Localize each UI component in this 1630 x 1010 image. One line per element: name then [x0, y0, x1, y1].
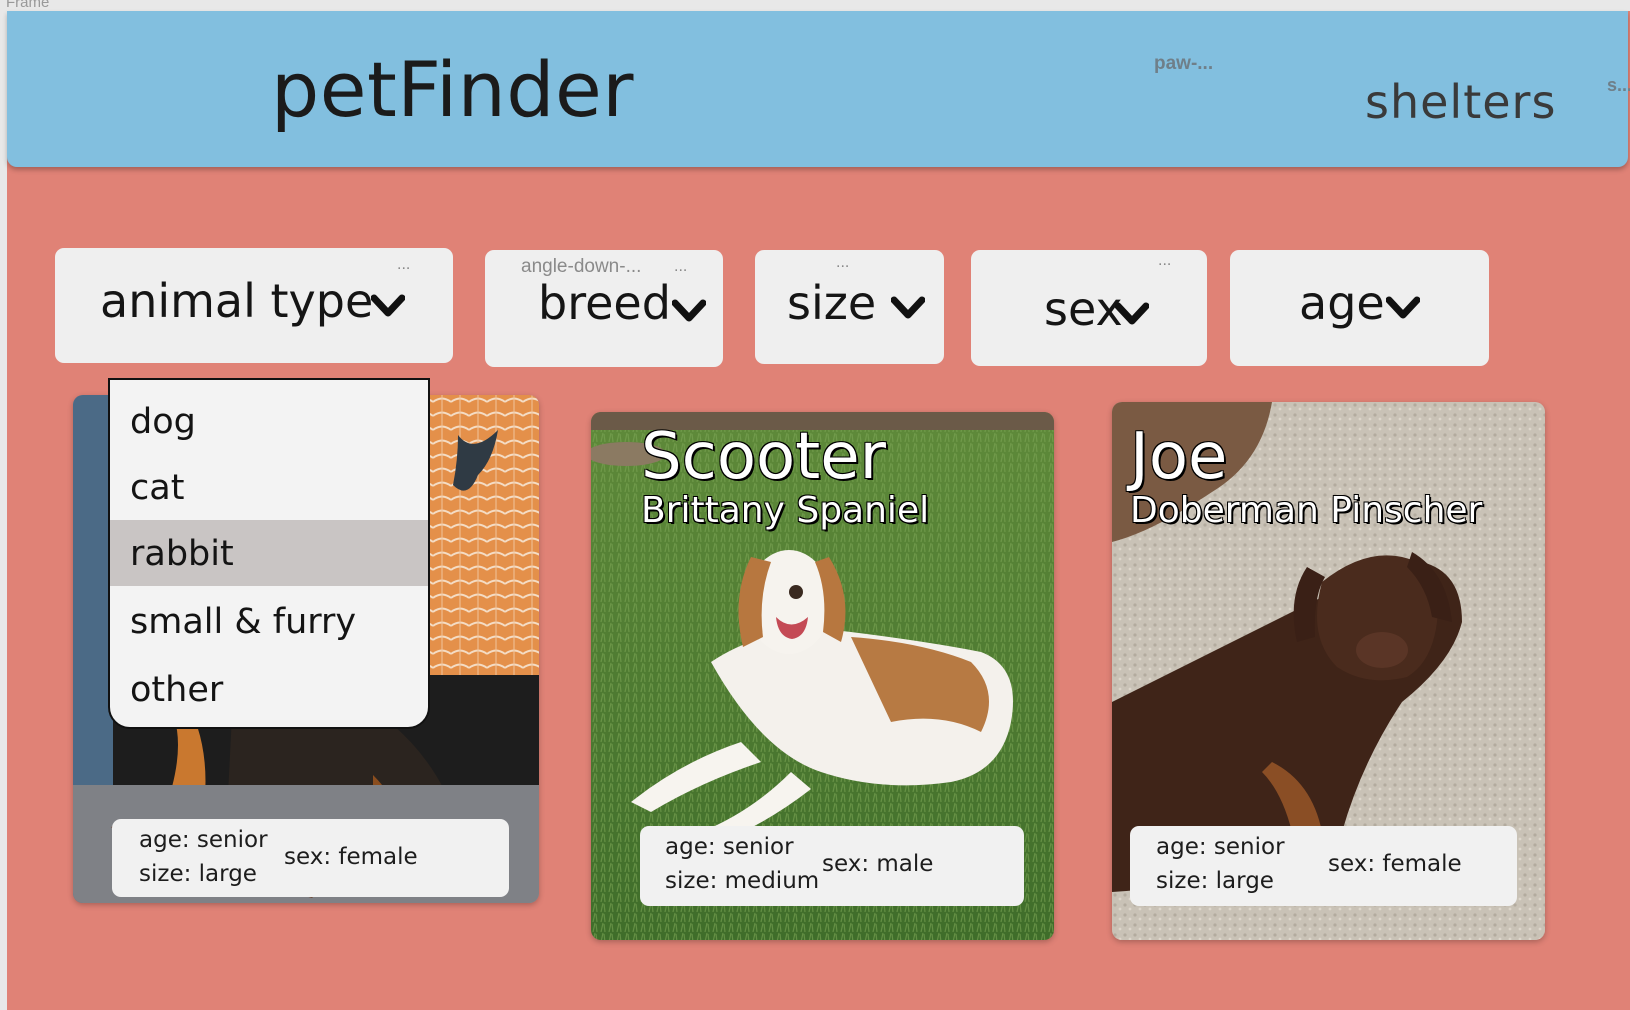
dropdown-option-rabbit[interactable]: rabbit: [110, 520, 428, 586]
app-header: petFinder paw-... shelters s...: [7, 11, 1630, 167]
frame-label: Frame: [6, 0, 50, 11]
filter-size[interactable]: ... size: [755, 250, 944, 364]
chevron-down-icon: [1386, 296, 1420, 319]
filter-sex-label: sex: [1044, 282, 1123, 336]
pet-sex: sex: female: [1328, 851, 1462, 877]
filter-age[interactable]: age: [1230, 250, 1489, 366]
pet-name: Joe: [1130, 420, 1228, 494]
chevron-down-icon: [1115, 302, 1149, 325]
pet-sex: sex: male: [822, 851, 934, 877]
pet-age: age: senior: [1156, 834, 1285, 860]
filter-options-dots: ...: [397, 256, 411, 273]
filter-options-dots: ...: [836, 254, 850, 271]
pet-breed: Doberman Pinscher: [1130, 490, 1483, 531]
pet-card[interactable]: Scooter Brittany Spaniel age: senior siz…: [591, 412, 1054, 940]
pet-info-panel: age: senior size: large sex: female: [112, 819, 509, 897]
filter-size-label: size: [787, 276, 877, 330]
filter-breed[interactable]: angle-down-... ... breed: [485, 250, 723, 367]
pet-card[interactable]: Joe Doberman Pinscher age: senior size: …: [1112, 402, 1545, 940]
filter-animal-type-label: animal type: [100, 274, 374, 328]
filter-age-label: age: [1299, 276, 1385, 330]
chevron-down-icon: [371, 294, 405, 317]
app-logo[interactable]: petFinder: [271, 45, 634, 134]
pet-info-panel: age: senior size: large sex: female: [1130, 826, 1517, 906]
pet-sex: sex: female: [284, 844, 418, 870]
dropdown-option-other[interactable]: other: [110, 656, 428, 722]
pet-name: Scooter: [641, 420, 886, 494]
dropdown-option-label: other: [130, 670, 224, 710]
filter-breed-label: breed: [538, 276, 671, 330]
filter-animal-type[interactable]: ... animal type: [55, 248, 453, 363]
pet-size: size: medium: [665, 868, 820, 894]
pet-breed: Brittany Spaniel: [641, 490, 930, 531]
nav-shelters-link[interactable]: shelters: [1365, 75, 1556, 129]
pet-age: age: senior: [665, 834, 794, 860]
paw-icon-label: paw-...: [1154, 53, 1214, 74]
animal-type-dropdown[interactable]: dog cat rabbit small & furry other: [108, 378, 430, 729]
dropdown-option-dog[interactable]: dog: [110, 388, 428, 454]
pet-size: size: large: [1156, 868, 1274, 894]
chevron-down-icon: [672, 299, 706, 322]
dropdown-option-label: small & furry: [130, 602, 357, 642]
filter-options-dots: ...: [674, 258, 688, 275]
nav-overflow-label: s...: [1607, 75, 1630, 95]
dropdown-option-cat[interactable]: cat: [110, 454, 428, 520]
dropdown-option-label: cat: [130, 468, 185, 508]
dropdown-option-small-furry[interactable]: small & furry: [110, 588, 428, 654]
chevron-down-icon: [891, 296, 925, 319]
dropdown-option-label: rabbit: [130, 534, 234, 574]
dropdown-option-label: dog: [130, 402, 196, 442]
filter-options-dots: ...: [1158, 252, 1172, 269]
page-frame: petFinder paw-... shelters s... ... anim…: [7, 11, 1630, 1010]
pet-size: size: large: [139, 861, 257, 887]
filter-sex[interactable]: ... sex: [971, 250, 1207, 366]
pet-age: age: senior: [139, 827, 268, 853]
pet-info-panel: age: senior size: medium sex: male: [640, 826, 1024, 906]
angle-down-icon-label: angle-down-...: [521, 256, 642, 277]
